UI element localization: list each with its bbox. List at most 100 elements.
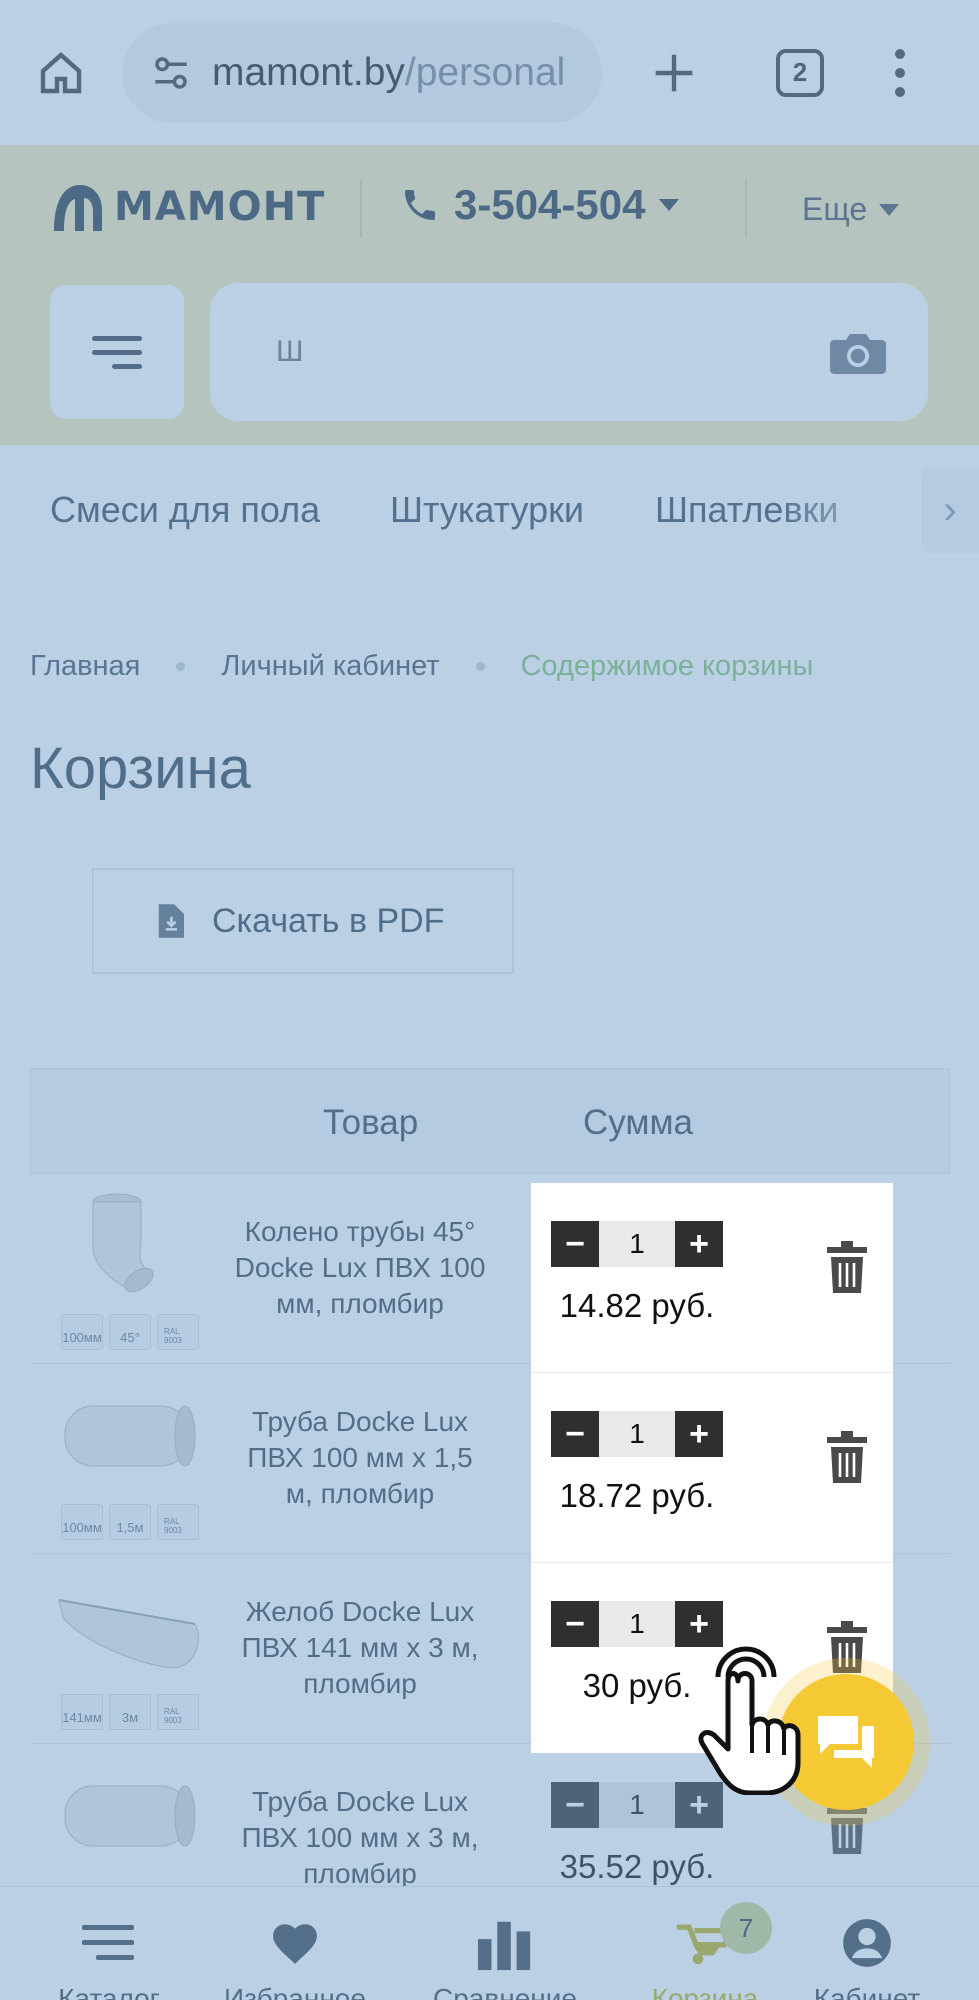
url-domain: mamont.by bbox=[212, 50, 405, 94]
product-badges: 100мм 1,5м RAL 9003 bbox=[61, 1504, 199, 1540]
decrease-qty-button[interactable]: − bbox=[551, 1411, 599, 1457]
badge: 141мм bbox=[61, 1694, 103, 1730]
tab-switcher-button[interactable]: 2 bbox=[776, 48, 824, 97]
compare-icon bbox=[475, 1915, 535, 1971]
nav-label: Корзина bbox=[651, 1983, 759, 2000]
file-download-icon bbox=[158, 904, 184, 938]
plus-icon bbox=[655, 54, 693, 91]
chevron-right-icon: › bbox=[943, 487, 957, 532]
column-header-sum: Сумма bbox=[583, 1103, 693, 1142]
increase-qty-button[interactable]: + bbox=[675, 1221, 723, 1267]
address-bar[interactable]: mamont.by/personal bbox=[122, 22, 602, 123]
product-image[interactable] bbox=[55, 1382, 205, 1490]
category-scroll-right-button[interactable]: › bbox=[921, 467, 979, 553]
header-divider bbox=[360, 180, 362, 238]
product-name-link[interactable]: Труба Docke Lux ПВХ 100 мм x 1,5 м, плом… bbox=[230, 1404, 490, 1512]
header-divider bbox=[745, 180, 747, 238]
product-image[interactable] bbox=[55, 1762, 205, 1870]
trash-icon[interactable] bbox=[827, 1431, 867, 1483]
breadcrumb-separator bbox=[176, 662, 186, 671]
phone-icon bbox=[405, 190, 435, 220]
product-badges: 141мм 3м RAL 9003 bbox=[61, 1694, 199, 1730]
search-input-value: Ш bbox=[276, 335, 304, 368]
chevron-down-icon bbox=[659, 199, 680, 211]
category-link[interactable]: Штукатурки bbox=[390, 489, 584, 531]
product-image[interactable] bbox=[55, 1572, 205, 1680]
camera-icon[interactable] bbox=[828, 327, 888, 377]
home-button[interactable] bbox=[20, 32, 102, 114]
column-header-product: Товар bbox=[323, 1103, 419, 1142]
user-icon bbox=[837, 1915, 897, 1971]
badge: 100мм bbox=[61, 1504, 103, 1540]
breadcrumb-account[interactable]: Личный кабинет bbox=[221, 650, 439, 683]
nav-favorites[interactable]: Избранное bbox=[210, 1887, 380, 2000]
page-title: Корзина bbox=[30, 736, 251, 801]
product-name-link[interactable]: Труба Docke Lux ПВХ 100 мм x 3 м, пломби… bbox=[230, 1784, 490, 1892]
product-name-link[interactable]: Колено трубы 45° Docke Lux ПВХ 100 мм, п… bbox=[230, 1214, 490, 1322]
tap-hint-hand-icon bbox=[698, 1646, 801, 1795]
decrease-qty-button[interactable]: − bbox=[551, 1782, 599, 1828]
breadcrumb-home[interactable]: Главная bbox=[30, 650, 140, 683]
download-pdf-label: Скачать в PDF bbox=[212, 901, 445, 940]
breadcrumb-separator bbox=[475, 662, 485, 671]
search-input[interactable]: Ш bbox=[210, 283, 928, 421]
home-icon bbox=[40, 51, 82, 93]
badge: 3м bbox=[109, 1694, 151, 1730]
quantity-cell: − 1 + 18.72 руб. bbox=[531, 1373, 893, 1563]
badge: 1,5м bbox=[109, 1504, 151, 1540]
category-link[interactable]: Смеси для пола bbox=[50, 489, 320, 531]
nav-account[interactable]: Кабинет bbox=[782, 1887, 952, 2000]
increase-qty-button[interactable]: + bbox=[675, 1411, 723, 1457]
trash-icon[interactable] bbox=[827, 1621, 867, 1673]
trash-icon[interactable] bbox=[827, 1241, 867, 1293]
qty-value[interactable]: 1 bbox=[599, 1782, 675, 1828]
download-pdf-button[interactable]: Скачать в PDF bbox=[92, 868, 514, 974]
browser-menu-button[interactable] bbox=[890, 48, 910, 97]
url-path: /personal bbox=[404, 50, 566, 94]
more-dropdown[interactable]: Еще bbox=[802, 191, 900, 228]
quantity-stepper: − 1 + bbox=[551, 1411, 723, 1457]
badge: RAL 9003 bbox=[157, 1694, 199, 1730]
site-header: МАМОНТ 3-504-504 Еще Ш bbox=[0, 145, 979, 445]
badge: 100мм bbox=[61, 1314, 103, 1350]
site-settings-icon[interactable] bbox=[150, 52, 192, 94]
nav-label: Кабинет bbox=[813, 1983, 921, 2000]
product-badges: 100мм 45° RAL 9003 bbox=[61, 1314, 199, 1350]
qty-value[interactable]: 1 bbox=[599, 1221, 675, 1267]
phone-number: 3-504-504 bbox=[454, 181, 646, 228]
item-price: 35.52 руб. bbox=[559, 1848, 715, 1885]
nav-label: Каталог bbox=[58, 1983, 160, 2000]
bottom-navigation: Каталог Избранное Сравнение Корзина Каби… bbox=[0, 1886, 979, 2000]
breadcrumb-current: Содержимое корзины bbox=[520, 650, 814, 682]
nav-compare[interactable]: Сравнение bbox=[420, 1887, 590, 2000]
cart-count-badge: 7 bbox=[720, 1902, 772, 1954]
item-price: 14.82 руб. bbox=[559, 1287, 715, 1324]
badge: 45° bbox=[109, 1314, 151, 1350]
new-tab-button[interactable] bbox=[642, 41, 706, 105]
menu-icon bbox=[79, 1915, 139, 1971]
browser-toolbar: mamont.by/personal 2 bbox=[0, 0, 979, 145]
category-fade bbox=[779, 465, 919, 555]
product-image[interactable] bbox=[55, 1192, 205, 1300]
logo-text: МАМОНТ bbox=[114, 184, 326, 230]
quantity-stepper: − 1 + bbox=[551, 1221, 723, 1267]
decrease-qty-button[interactable]: − bbox=[551, 1601, 599, 1647]
badge: RAL 9003 bbox=[157, 1314, 199, 1350]
catalog-menu-button[interactable] bbox=[50, 285, 184, 419]
mammoth-logo-icon bbox=[54, 185, 102, 231]
qty-value[interactable]: 1 bbox=[599, 1601, 675, 1647]
cart-table-header: Товар Сумма bbox=[30, 1068, 950, 1174]
item-price: 18.72 руб. bbox=[559, 1477, 715, 1514]
decrease-qty-button[interactable]: − bbox=[551, 1221, 599, 1267]
qty-value[interactable]: 1 bbox=[599, 1411, 675, 1457]
nav-label: Сравнение bbox=[433, 1983, 577, 2000]
more-label: Еще bbox=[802, 191, 868, 227]
site-logo[interactable]: МАМОНТ bbox=[50, 175, 325, 239]
category-strip: Смеси для пола Штукатурки Шпатлевки › bbox=[0, 445, 979, 575]
product-name-link[interactable]: Желоб Docke Lux ПВХ 141 мм x 3 м, пломби… bbox=[230, 1594, 490, 1702]
heart-icon bbox=[265, 1915, 325, 1971]
breadcrumb: Главная Личный кабинет Содержимое корзин… bbox=[30, 650, 813, 683]
quantity-cell: − 1 + 14.82 руб. bbox=[531, 1183, 893, 1373]
phone-dropdown[interactable]: 3-504-504 bbox=[400, 181, 680, 229]
nav-catalog[interactable]: Каталог bbox=[24, 1887, 194, 2000]
